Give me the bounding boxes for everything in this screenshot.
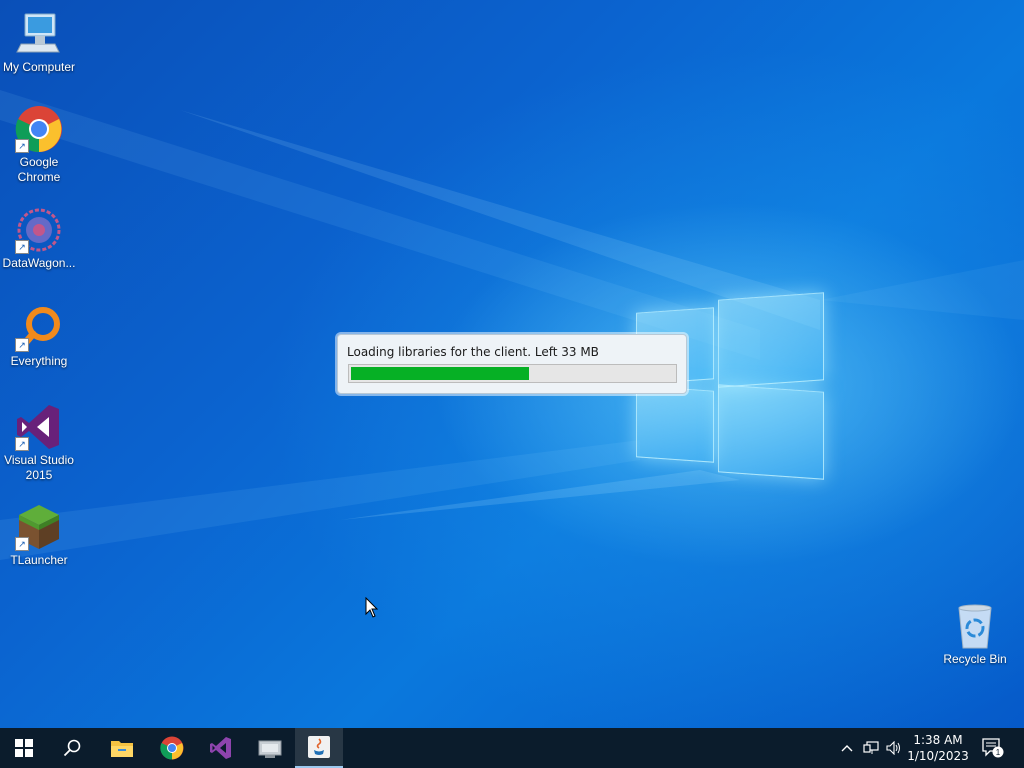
action-center-button[interactable]: 1 [978, 728, 1008, 768]
desktop-icon-label: Visual Studio 2015 [4, 453, 74, 482]
visual-studio-icon [210, 737, 231, 759]
desktop-icon-visual-studio[interactable]: ↗ Visual Studio 2015 [0, 403, 78, 483]
desktop-icon-label: Everything [10, 354, 68, 368]
network-icon [863, 741, 879, 754]
chrome-icon: ↗ [15, 105, 63, 153]
desktop-icon-everything[interactable]: ↗ Everything [0, 304, 78, 369]
computer-icon [15, 10, 63, 58]
chrome-icon [160, 736, 184, 760]
java-icon [308, 736, 330, 758]
network-tray-button[interactable] [861, 728, 881, 768]
chevron-up-icon [841, 745, 853, 752]
visual-studio-icon: ↗ [15, 403, 63, 451]
progress-bar [348, 364, 677, 383]
recycle-bin-icon [951, 602, 999, 650]
hardware-icon [258, 740, 282, 758]
taskbar-visual-studio[interactable] [197, 728, 245, 768]
desktop-icon-my-computer[interactable]: My Computer [0, 10, 78, 75]
everything-magnifier-icon: ↗ [15, 304, 63, 352]
desktop-icon-datawagon[interactable]: ↗ DataWagon... [0, 206, 78, 271]
taskbar-file-explorer[interactable] [98, 728, 146, 768]
shortcut-arrow-icon: ↗ [15, 338, 29, 352]
desktop-icon-tlauncher[interactable]: ↗ TLauncher [0, 503, 78, 568]
desktop-icon-label: Recycle Bin [943, 652, 1007, 666]
notification-count: 1 [996, 748, 1001, 757]
notification-icon: 1 [982, 738, 1004, 758]
desktop-icon-recycle-bin[interactable]: Recycle Bin [936, 602, 1014, 667]
desktop-icon-label: Google Chrome [17, 155, 61, 184]
taskbar-hardware-app[interactable] [246, 728, 294, 768]
volume-tray-button[interactable] [884, 728, 904, 768]
shortcut-arrow-icon: ↗ [15, 139, 29, 153]
show-hidden-icons-button[interactable] [838, 728, 856, 768]
start-button[interactable] [0, 728, 48, 768]
desktop-icon-google-chrome[interactable]: ↗ Google Chrome [0, 105, 78, 185]
clock-date: 1/10/2023 [907, 749, 969, 763]
file-explorer-icon [111, 741, 133, 757]
shortcut-arrow-icon: ↗ [15, 240, 29, 254]
mouse-cursor-icon [365, 597, 379, 618]
desktop-icon-label: DataWagon... [2, 256, 76, 270]
taskbar-java-app[interactable] [295, 728, 343, 768]
taskbar-clock[interactable]: 1:38 AM 1/10/2023 [905, 732, 971, 764]
loading-dialog: Loading libraries for the client. Left 3… [337, 334, 687, 394]
datawagon-icon: ↗ [15, 206, 63, 254]
taskbar: 1:38 AM 1/10/2023 1 [0, 728, 1024, 768]
desktop-icon-label: TLauncher [10, 553, 68, 567]
tlauncher-grass-block-icon: ↗ [15, 503, 63, 551]
progress-bar-fill [351, 367, 529, 380]
windows-start-icon [15, 739, 33, 757]
loading-message: Loading libraries for the client. Left 3… [347, 345, 599, 359]
clock-time: 1:38 AM [913, 733, 963, 747]
desktop-icon-label: My Computer [2, 60, 76, 74]
shortcut-arrow-icon: ↗ [15, 537, 29, 551]
taskbar-chrome[interactable] [148, 728, 196, 768]
shortcut-arrow-icon: ↗ [15, 437, 29, 451]
search-icon [63, 739, 81, 757]
search-button[interactable] [48, 728, 96, 768]
speaker-icon [886, 741, 900, 755]
